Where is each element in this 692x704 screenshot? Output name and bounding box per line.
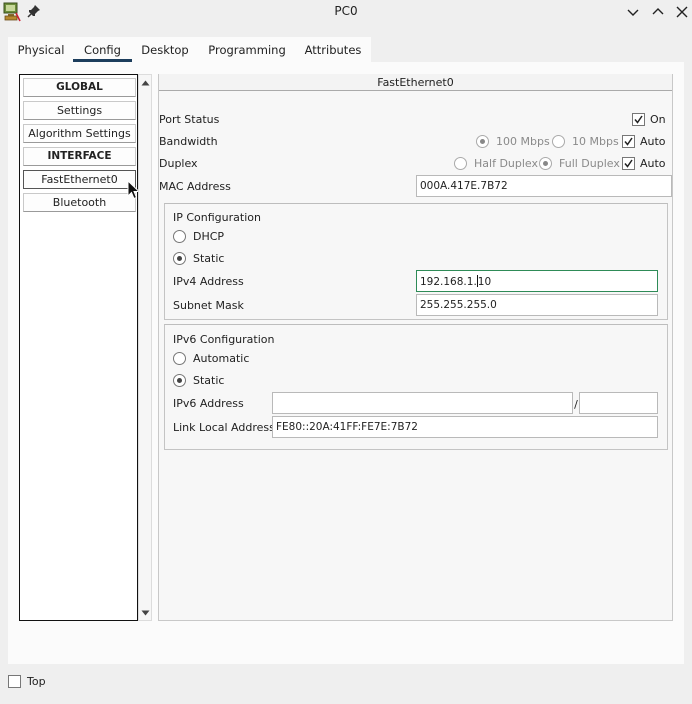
check-icon — [624, 137, 633, 146]
half-duplex-label: Half Duplex — [474, 157, 539, 170]
sidebar-header-global: GLOBAL — [23, 78, 136, 97]
tab-physical[interactable]: Physical — [14, 38, 68, 62]
ipv6-static-radio[interactable] — [173, 374, 186, 387]
close-icon — [676, 6, 688, 18]
dhcp-radio[interactable] — [173, 230, 186, 243]
top-checkbox[interactable] — [8, 675, 21, 688]
static-ipv4-radio[interactable] — [173, 252, 186, 265]
close-button[interactable] — [673, 3, 691, 21]
bandwidth-100-radio[interactable] — [476, 135, 489, 148]
ipv6-automatic-radio[interactable] — [173, 352, 186, 365]
minimize-button[interactable] — [624, 3, 642, 21]
subnet-mask-field[interactable]: 255.255.255.0 — [416, 294, 658, 316]
bandwidth-10-label: 10 Mbps — [572, 135, 619, 148]
ipv6-prefix-field[interactable] — [579, 392, 658, 414]
ipv6-address-label: IPv6 Address — [173, 397, 244, 410]
ipv4-address-value-post: 10 — [477, 276, 492, 288]
link-local-address-label: Link Local Address: — [173, 421, 279, 434]
bandwidth-auto-label: Auto — [640, 135, 666, 148]
half-duplex-radio[interactable] — [454, 157, 467, 170]
port-status-checkbox[interactable] — [632, 113, 645, 126]
tab-desktop[interactable]: Desktop — [138, 38, 192, 62]
ipv4-address-label: IPv4 Address — [173, 275, 244, 288]
ipv6-configuration-title: IPv6 Configuration — [173, 333, 275, 346]
interface-title: FastEthernet0 — [159, 74, 672, 91]
ipv4-address-field[interactable]: 192.168.1.10 — [416, 270, 658, 292]
check-icon — [634, 115, 643, 124]
sidebar-scrollbar[interactable] — [138, 74, 152, 621]
link-local-address-field[interactable]: FE80::20A:41FF:FE7E:7B72 — [272, 416, 658, 438]
static-ipv4-label: Static — [193, 252, 225, 265]
check-icon — [624, 159, 633, 168]
ipv6-address-field[interactable] — [272, 392, 573, 414]
ipv4-address-value-pre: 192.168.1. — [420, 276, 477, 288]
subnet-mask-label: Subnet Mask — [173, 299, 244, 312]
top-label: Top — [27, 675, 46, 688]
sidebar-header-interface: INTERFACE — [23, 147, 136, 166]
bandwidth-auto-checkbox[interactable] — [622, 135, 635, 148]
full-duplex-label: Full Duplex — [559, 157, 620, 170]
sidebar-item-fastethernet0[interactable]: FastEthernet0 — [23, 170, 136, 189]
dhcp-label: DHCP — [193, 230, 225, 243]
mac-address-field[interactable]: 000A.417E.7B72 — [416, 175, 672, 197]
full-duplex-radio[interactable] — [539, 157, 552, 170]
config-sidebar: GLOBAL Settings Algorithm Settings INTER… — [19, 74, 138, 621]
sidebar-item-algorithm-settings[interactable]: Algorithm Settings — [23, 124, 136, 143]
maximize-button[interactable] — [649, 3, 667, 21]
duplex-label: Duplex — [159, 157, 198, 170]
tab-attributes[interactable]: Attributes — [300, 38, 366, 62]
duplex-auto-label: Auto — [640, 157, 666, 170]
sidebar-item-bluetooth[interactable]: Bluetooth — [23, 193, 136, 212]
ip-configuration-title: IP Configuration — [173, 211, 261, 224]
window-title: PC0 — [334, 4, 358, 18]
port-status-on-label: On — [650, 113, 666, 126]
bandwidth-label: Bandwidth — [159, 135, 218, 148]
duplex-auto-checkbox[interactable] — [622, 157, 635, 170]
chevron-down-icon — [627, 9, 639, 16]
tab-programming[interactable]: Programming — [204, 38, 290, 62]
bandwidth-100-label: 100 Mbps — [496, 135, 550, 148]
scroll-down-icon[interactable] — [140, 608, 151, 618]
ipv6-automatic-label: Automatic — [193, 352, 250, 365]
mac-address-label: MAC Address — [159, 180, 231, 193]
scroll-up-icon[interactable] — [140, 78, 151, 88]
ipv6-static-label: Static — [193, 374, 225, 387]
chevron-up-icon — [652, 8, 664, 15]
sidebar-item-settings[interactable]: Settings — [23, 101, 136, 120]
port-status-label: Port Status — [159, 113, 220, 126]
bandwidth-10-radio[interactable] — [552, 135, 565, 148]
